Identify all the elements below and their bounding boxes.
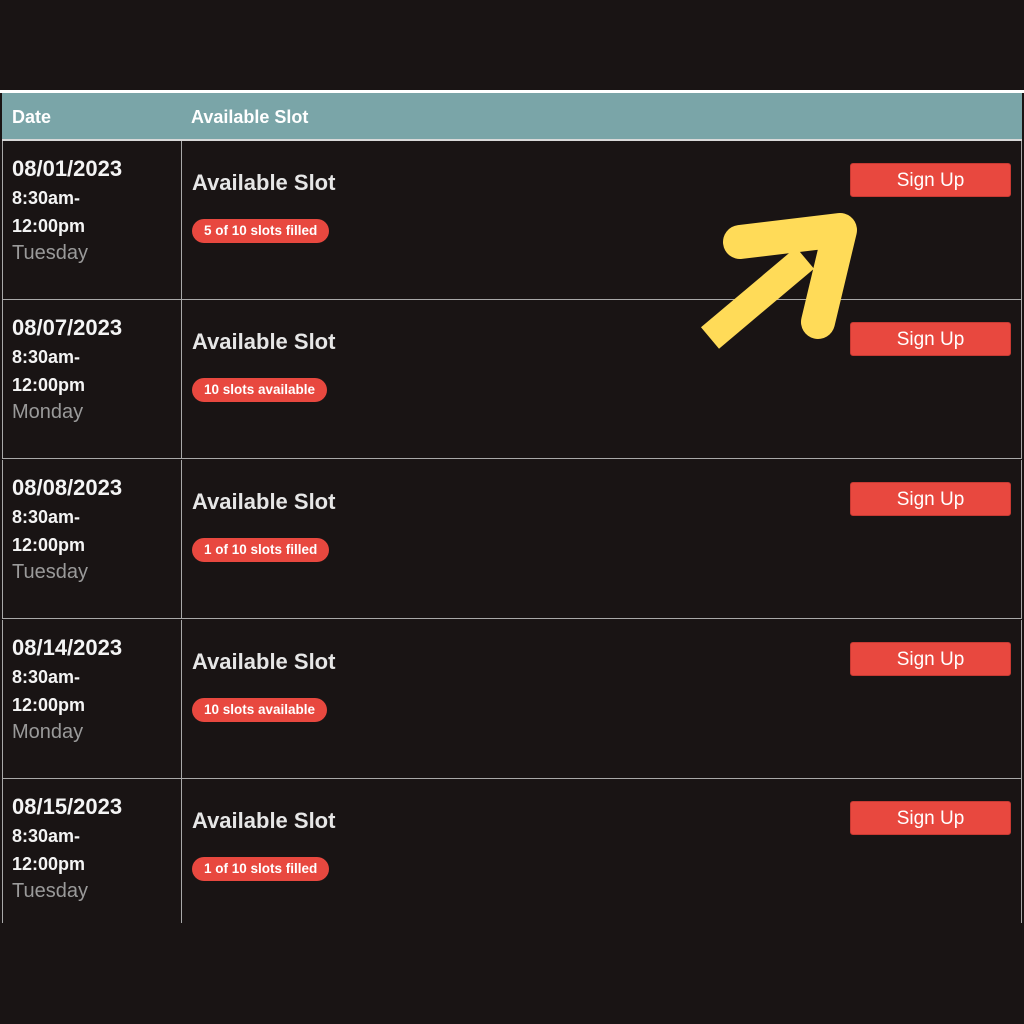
status-badge: 1 of 10 slots filled: [192, 857, 330, 881]
slot-day: Tuesday: [12, 561, 88, 583]
slots-table: Date Available Slot 08/01/2023 8:30am- 1…: [0, 90, 1024, 923]
table-row: 08/01/2023 8:30am- 12:00pm Tuesday Avail…: [2, 141, 1022, 300]
date-cell: 08/01/2023 8:30am- 12:00pm Tuesday: [3, 141, 182, 299]
date-cell: 08/14/2023 8:30am- 12:00pm Monday: [3, 620, 182, 778]
slot-time-end: 12:00pm: [12, 854, 86, 874]
slot-date: 08/01/2023: [12, 156, 123, 181]
date-cell: 08/08/2023 8:30am- 12:00pm Tuesday: [3, 460, 182, 618]
slot-title: Available Slot: [192, 649, 336, 674]
slot-time-end: 12:00pm: [12, 535, 86, 555]
status-badge: 5 of 10 slots filled: [192, 219, 330, 243]
slot-time-start: 8:30am-: [12, 667, 81, 687]
sign-up-button[interactable]: Sign Up: [850, 482, 1011, 516]
date-cell: 08/15/2023 8:30am- 12:00pm Tuesday: [3, 779, 182, 923]
sign-up-button[interactable]: Sign Up: [850, 801, 1011, 835]
slot-day: Monday: [12, 401, 84, 423]
table-header: Date Available Slot: [2, 93, 1022, 141]
slot-time: 8:30am- 12:00pm: [12, 184, 172, 240]
table-row: 08/07/2023 8:30am- 12:00pm Monday Availa…: [2, 300, 1022, 459]
slot-date: 08/14/2023: [12, 635, 123, 660]
slot-time: 8:30am- 12:00pm: [12, 822, 172, 878]
slot-time-end: 12:00pm: [12, 695, 86, 715]
status-badge: 10 slots available: [192, 698, 328, 722]
slot-time: 8:30am- 12:00pm: [12, 663, 172, 719]
slot-time: 8:30am- 12:00pm: [12, 503, 172, 559]
slot-title: Available Slot: [192, 170, 336, 195]
slot-day: Tuesday: [12, 880, 88, 902]
table-row: 08/14/2023 8:30am- 12:00pm Monday Availa…: [2, 620, 1022, 779]
slot-date: 08/15/2023: [12, 794, 123, 819]
slot-title: Available Slot: [192, 329, 336, 354]
status-badge: 10 slots available: [192, 378, 328, 402]
column-header-date: Date: [12, 107, 52, 127]
slot-time-start: 8:30am-: [12, 507, 81, 527]
slot-date: 08/08/2023: [12, 475, 123, 500]
slot-time: 8:30am- 12:00pm: [12, 343, 172, 399]
sign-up-button[interactable]: Sign Up: [850, 163, 1011, 197]
slot-time-start: 8:30am-: [12, 188, 81, 208]
slot-date: 08/07/2023: [12, 315, 123, 340]
slot-time-end: 12:00pm: [12, 375, 86, 395]
slot-title: Available Slot: [192, 489, 336, 514]
sign-up-button[interactable]: Sign Up: [850, 642, 1011, 676]
slot-title: Available Slot: [192, 808, 336, 833]
slot-day: Monday: [12, 721, 84, 743]
slot-time-start: 8:30am-: [12, 826, 81, 846]
signup-sheet: Date Available Slot 08/01/2023 8:30am- 1…: [0, 0, 1024, 1024]
slot-day: Tuesday: [12, 242, 88, 264]
status-badge: 1 of 10 slots filled: [192, 538, 330, 562]
sign-up-button[interactable]: Sign Up: [850, 322, 1011, 356]
column-header-available-slot: Available Slot: [191, 107, 309, 127]
slot-time-start: 8:30am-: [12, 347, 81, 367]
date-cell: 08/07/2023 8:30am- 12:00pm Monday: [3, 300, 182, 458]
slot-time-end: 12:00pm: [12, 216, 86, 236]
table-row: 08/08/2023 8:30am- 12:00pm Tuesday Avail…: [2, 460, 1022, 619]
table-row: 08/15/2023 8:30am- 12:00pm Tuesday Avail…: [2, 779, 1022, 923]
